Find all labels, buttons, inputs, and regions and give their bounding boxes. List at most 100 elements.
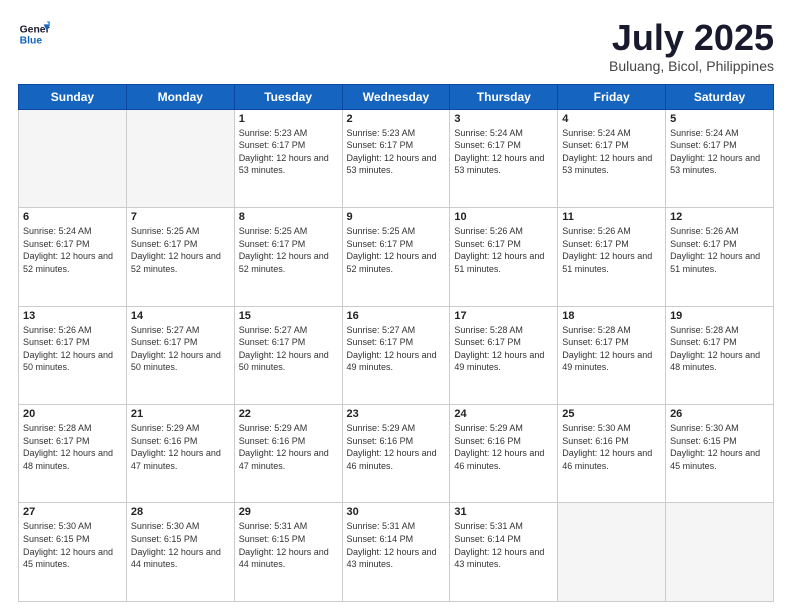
- day-number: 26: [670, 408, 769, 420]
- day-number: 17: [454, 310, 553, 322]
- day-number: 15: [239, 310, 338, 322]
- cell-info: Sunrise: 5:25 AM Sunset: 6:17 PM Dayligh…: [131, 225, 230, 275]
- day-number: 7: [131, 211, 230, 223]
- col-friday: Friday: [558, 84, 666, 109]
- col-wednesday: Wednesday: [342, 84, 450, 109]
- cell-info: Sunrise: 5:31 AM Sunset: 6:15 PM Dayligh…: [239, 520, 338, 570]
- table-row: 20Sunrise: 5:28 AM Sunset: 6:17 PM Dayli…: [19, 405, 127, 503]
- header: General Blue July 2025 Buluang, Bicol, P…: [18, 18, 774, 74]
- day-number: 22: [239, 408, 338, 420]
- day-number: 10: [454, 211, 553, 223]
- table-row: 10Sunrise: 5:26 AM Sunset: 6:17 PM Dayli…: [450, 208, 558, 306]
- table-row: 9 Sunrise: 5:25 AM Sunset: 6:17 PM Daylig…: [342, 208, 450, 306]
- table-row: 29 Sunrise: 5:31 AM Sunset: 6:15 PM Dayli…: [234, 503, 342, 602]
- table-row: 12 Sunrise: 5:26 AM Sunset: 6:17 PM Dayli…: [666, 208, 774, 306]
- day-number: 5: [670, 113, 769, 125]
- logo-icon: General Blue: [18, 18, 50, 50]
- day-number: 14: [131, 310, 230, 322]
- col-monday: Monday: [126, 84, 234, 109]
- cell-info: Sunrise: 5:24 AM Sunset: 6:17 PM Dayligh…: [670, 127, 769, 177]
- table-row: 26 Sunrise: 5:30 AM Sunset: 6:15 PM Dayli…: [666, 405, 774, 503]
- table-row: [19, 109, 127, 207]
- cell-info: Sunrise: 5:25 AM Sunset: 6:17 PM Dayligh…: [347, 225, 446, 275]
- calendar-week-row: 20Sunrise: 5:28 AM Sunset: 6:17 PM Dayli…: [19, 405, 774, 503]
- cell-info: Sunrise: 5:24 AM Sunset: 6:17 PM Dayligh…: [454, 127, 553, 177]
- day-number: 19: [670, 310, 769, 322]
- table-row: 31Sunrise: 5:31 AM Sunset: 6:14 PM Dayli…: [450, 503, 558, 602]
- table-row: 22 Sunrise: 5:29 AM Sunset: 6:16 PM Dayli…: [234, 405, 342, 503]
- day-number: 13: [23, 310, 122, 322]
- cell-info: Sunrise: 5:23 AM Sunset: 6:17 PM Dayligh…: [347, 127, 446, 177]
- table-row: 5 Sunrise: 5:24 AM Sunset: 6:17 PM Daylig…: [666, 109, 774, 207]
- col-thursday: Thursday: [450, 84, 558, 109]
- cell-info: Sunrise: 5:27 AM Sunset: 6:17 PM Dayligh…: [347, 324, 446, 374]
- cell-info: Sunrise: 5:28 AM Sunset: 6:17 PM Dayligh…: [454, 324, 553, 374]
- table-row: 11Sunrise: 5:26 AM Sunset: 6:17 PM Dayli…: [558, 208, 666, 306]
- table-row: 27Sunrise: 5:30 AM Sunset: 6:15 PM Dayli…: [19, 503, 127, 602]
- col-sunday: Sunday: [19, 84, 127, 109]
- cell-info: Sunrise: 5:31 AM Sunset: 6:14 PM Dayligh…: [347, 520, 446, 570]
- table-row: 16 Sunrise: 5:27 AM Sunset: 6:17 PM Dayli…: [342, 306, 450, 404]
- day-number: 8: [239, 211, 338, 223]
- day-number: 25: [562, 408, 661, 420]
- table-row: 6Sunrise: 5:24 AM Sunset: 6:17 PM Daylig…: [19, 208, 127, 306]
- cell-info: Sunrise: 5:25 AM Sunset: 6:17 PM Dayligh…: [239, 225, 338, 275]
- calendar-week-row: 6Sunrise: 5:24 AM Sunset: 6:17 PM Daylig…: [19, 208, 774, 306]
- page: General Blue July 2025 Buluang, Bicol, P…: [0, 0, 792, 612]
- cell-info: Sunrise: 5:31 AM Sunset: 6:14 PM Dayligh…: [454, 520, 553, 570]
- table-row: 24Sunrise: 5:29 AM Sunset: 6:16 PM Dayli…: [450, 405, 558, 503]
- day-number: 30: [347, 506, 446, 518]
- logo: General Blue: [18, 18, 50, 50]
- cell-info: Sunrise: 5:24 AM Sunset: 6:17 PM Dayligh…: [562, 127, 661, 177]
- table-row: 3 Sunrise: 5:24 AM Sunset: 6:17 PM Daylig…: [450, 109, 558, 207]
- cell-info: Sunrise: 5:26 AM Sunset: 6:17 PM Dayligh…: [562, 225, 661, 275]
- cell-info: Sunrise: 5:26 AM Sunset: 6:17 PM Dayligh…: [670, 225, 769, 275]
- calendar-week-row: 27 Sunrise: 5:30 AM Sunset: 6:15 PM Dayli…: [19, 503, 774, 602]
- day-number: 28: [131, 506, 230, 518]
- col-saturday: Saturday: [666, 84, 774, 109]
- day-number: 12: [670, 211, 769, 223]
- table-row: 4Sunrise: 5:24 AM Sunset: 6:17 PM Daylig…: [558, 109, 666, 207]
- cell-info: Sunrise: 5:27 AM Sunset: 6:17 PM Dayligh…: [131, 324, 230, 374]
- day-number: 2: [347, 113, 446, 125]
- day-number: 24: [454, 408, 553, 420]
- table-row: [558, 503, 666, 602]
- calendar-week-row: 1 Sunrise: 5:23 AM Sunset: 6:17 PM Daylig…: [19, 109, 774, 207]
- cell-info: Sunrise: 5:29 AM Sunset: 6:16 PM Dayligh…: [347, 422, 446, 472]
- day-number: 20: [23, 408, 122, 420]
- table-row: 7 Sunrise: 5:25 AM Sunset: 6:17 PM Daylig…: [126, 208, 234, 306]
- location: Buluang, Bicol, Philippines: [609, 58, 774, 74]
- day-number: 9: [347, 211, 446, 223]
- table-row: 21 Sunrise: 5:29 AM Sunset: 6:16 PM Dayli…: [126, 405, 234, 503]
- day-number: 21: [131, 408, 230, 420]
- cell-info: Sunrise: 5:29 AM Sunset: 6:16 PM Dayligh…: [131, 422, 230, 472]
- cell-info: Sunrise: 5:28 AM Sunset: 6:17 PM Dayligh…: [562, 324, 661, 374]
- table-row: 19Sunrise: 5:28 AM Sunset: 6:17 PM Dayli…: [666, 306, 774, 404]
- calendar-header-row: Sunday Monday Tuesday Wednesday Thursday…: [19, 84, 774, 109]
- day-number: 1: [239, 113, 338, 125]
- table-row: 1Sunrise: 5:23 AM Sunset: 6:17 PM Daylig…: [234, 109, 342, 207]
- cell-info: Sunrise: 5:30 AM Sunset: 6:15 PM Dayligh…: [131, 520, 230, 570]
- table-row: 18Sunrise: 5:28 AM Sunset: 6:17 PM Dayli…: [558, 306, 666, 404]
- table-row: 17 Sunrise: 5:28 AM Sunset: 6:17 PM Dayli…: [450, 306, 558, 404]
- table-row: 8 Sunrise: 5:25 AM Sunset: 6:17 PM Daylig…: [234, 208, 342, 306]
- day-number: 27: [23, 506, 122, 518]
- table-row: 30 Sunrise: 5:31 AM Sunset: 6:14 PM Dayli…: [342, 503, 450, 602]
- day-number: 16: [347, 310, 446, 322]
- cell-info: Sunrise: 5:29 AM Sunset: 6:16 PM Dayligh…: [239, 422, 338, 472]
- cell-info: Sunrise: 5:27 AM Sunset: 6:17 PM Dayligh…: [239, 324, 338, 374]
- table-row: 25Sunrise: 5:30 AM Sunset: 6:16 PM Dayli…: [558, 405, 666, 503]
- table-row: 15 Sunrise: 5:27 AM Sunset: 6:17 PM Dayli…: [234, 306, 342, 404]
- table-row: [126, 109, 234, 207]
- cell-info: Sunrise: 5:26 AM Sunset: 6:17 PM Dayligh…: [23, 324, 122, 374]
- cell-info: Sunrise: 5:30 AM Sunset: 6:15 PM Dayligh…: [670, 422, 769, 472]
- title-block: July 2025 Buluang, Bicol, Philippines: [609, 18, 774, 74]
- day-number: 3: [454, 113, 553, 125]
- table-row: 2 Sunrise: 5:23 AM Sunset: 6:17 PM Daylig…: [342, 109, 450, 207]
- table-row: 28 Sunrise: 5:30 AM Sunset: 6:15 PM Dayli…: [126, 503, 234, 602]
- table-row: 13 Sunrise: 5:26 AM Sunset: 6:17 PM Dayli…: [19, 306, 127, 404]
- col-tuesday: Tuesday: [234, 84, 342, 109]
- cell-info: Sunrise: 5:24 AM Sunset: 6:17 PM Dayligh…: [23, 225, 122, 275]
- calendar-table: Sunday Monday Tuesday Wednesday Thursday…: [18, 84, 774, 602]
- day-number: 29: [239, 506, 338, 518]
